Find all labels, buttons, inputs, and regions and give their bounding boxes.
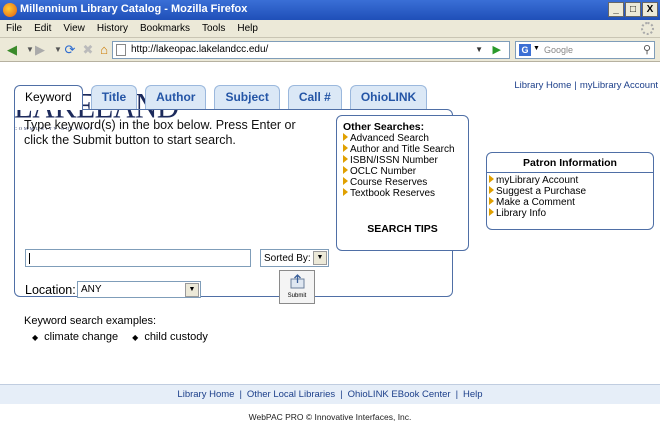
location-value: ANY bbox=[81, 284, 102, 295]
search-tips-link[interactable]: SEARCH TIPS bbox=[337, 223, 468, 235]
url-dropdown-icon[interactable]: ▼ bbox=[475, 45, 483, 54]
divider bbox=[487, 172, 653, 173]
link-separator: | bbox=[239, 389, 242, 400]
menu-tools[interactable]: Tools bbox=[196, 20, 231, 34]
arrow-icon bbox=[489, 186, 494, 194]
firefox-icon bbox=[3, 3, 17, 17]
search-tabs: Keyword Title Author Subject Call # Ohio… bbox=[14, 85, 428, 110]
mylibrary-account-link[interactable]: myLibrary Account bbox=[580, 80, 658, 91]
menu-bar: File Edit View History Bookmarks Tools Help bbox=[0, 20, 660, 38]
sort-by-select[interactable]: Sorted By: ▼ bbox=[260, 249, 329, 267]
arrow-icon bbox=[343, 188, 348, 196]
other-searches-title: Other Searches: bbox=[343, 121, 425, 133]
tab-title[interactable]: Title bbox=[90, 85, 138, 109]
arrow-icon bbox=[489, 208, 494, 216]
window-title: Millennium Library Catalog - Mozilla Fir… bbox=[20, 3, 248, 15]
submit-label: Submit bbox=[287, 293, 307, 299]
go-icon[interactable]: ▶ bbox=[493, 43, 501, 56]
arrow-icon bbox=[343, 133, 348, 141]
search-bar[interactable]: G ▼ Google ⚲ bbox=[515, 41, 655, 59]
sort-by-value: Sorted By: bbox=[264, 253, 311, 264]
patron-link-library-info[interactable]: Library Info bbox=[489, 208, 586, 219]
tab-call-number[interactable]: Call # bbox=[287, 85, 342, 109]
other-search-oclc[interactable]: OCLC Number bbox=[343, 166, 468, 177]
menu-history[interactable]: History bbox=[91, 20, 134, 34]
example-item: ◆ climate change bbox=[32, 331, 119, 343]
keyword-search-input[interactable] bbox=[25, 249, 251, 267]
arrow-icon bbox=[343, 166, 348, 174]
library-home-link[interactable]: Library Home bbox=[514, 80, 571, 91]
patron-link-suggest-purchase[interactable]: Suggest a Purchase bbox=[489, 186, 586, 197]
location-select[interactable]: ANY ▼ bbox=[77, 281, 201, 298]
examples-label: Keyword search examples: bbox=[24, 315, 157, 327]
arrow-icon bbox=[343, 177, 348, 185]
tab-keyword[interactable]: Keyword bbox=[14, 85, 83, 110]
window-controls: _ □ X bbox=[608, 2, 658, 17]
footer-other-libraries-link[interactable]: Other Local Libraries bbox=[247, 389, 335, 400]
forward-icon[interactable]: ▶ bbox=[32, 42, 48, 58]
arrow-icon bbox=[343, 144, 348, 152]
header-links: Library Home | myLibrary Account bbox=[514, 80, 658, 91]
menu-file[interactable]: File bbox=[0, 20, 28, 34]
reload-icon[interactable]: ⟳ bbox=[62, 42, 78, 58]
patron-link-mylibrary[interactable]: myLibrary Account bbox=[489, 175, 586, 186]
bullet-icon: ◆ bbox=[132, 333, 139, 342]
footer-ohiolink-ebook-link[interactable]: OhioLINK EBook Center bbox=[348, 389, 451, 400]
back-icon[interactable]: ◀ bbox=[4, 42, 20, 58]
minimize-button[interactable]: _ bbox=[608, 2, 624, 17]
menu-view[interactable]: View bbox=[57, 20, 91, 34]
arrow-icon bbox=[489, 197, 494, 205]
other-search-textbook-reserves[interactable]: Textbook Reserves bbox=[343, 188, 468, 199]
engine-dropdown-icon[interactable]: ▼ bbox=[533, 45, 540, 52]
throbber-icon bbox=[641, 22, 654, 35]
search-engine-placeholder: Google bbox=[544, 45, 574, 55]
tab-author[interactable]: Author bbox=[145, 85, 207, 109]
tab-subject[interactable]: Subject bbox=[214, 85, 280, 109]
footer-library-home-link[interactable]: Library Home bbox=[177, 389, 234, 400]
text-caret bbox=[29, 253, 30, 264]
navigation-toolbar: ◀ ▼ ▶ ▼ ⟳ ✖ ⌂ http://lakeopac.lakelandcc… bbox=[0, 38, 660, 62]
location-label: Location: bbox=[25, 283, 76, 297]
arrow-icon bbox=[489, 175, 494, 183]
url-text: http://lakeopac.lakelandcc.edu/ bbox=[131, 44, 269, 55]
stop-icon[interactable]: ✖ bbox=[80, 42, 96, 58]
search-instructions: Type keyword(s) in the box below. Press … bbox=[24, 118, 296, 147]
menu-edit[interactable]: Edit bbox=[28, 20, 57, 34]
link-separator: | bbox=[455, 389, 459, 400]
copyright-text: WebPAC PRO © Innovative Interfaces, Inc. bbox=[248, 412, 412, 422]
example-item: ◆ child custody bbox=[132, 331, 208, 343]
google-icon[interactable]: G bbox=[519, 44, 531, 56]
arrow-icon bbox=[343, 155, 348, 163]
close-button[interactable]: X bbox=[642, 2, 658, 17]
footer-links: Library Home | Other Local Libraries | OhioL… bbox=[0, 384, 660, 404]
maximize-button[interactable]: □ bbox=[625, 2, 641, 17]
link-separator: | bbox=[574, 80, 577, 91]
footer-help-link[interactable]: Help bbox=[463, 389, 483, 400]
home-icon[interactable]: ⌂ bbox=[96, 42, 112, 58]
other-search-course-reserves[interactable]: Course Reserves bbox=[343, 177, 468, 188]
submit-icon bbox=[290, 274, 305, 289]
link-separator: | bbox=[340, 389, 343, 400]
submit-button[interactable]: Submit bbox=[279, 270, 315, 304]
bullet-icon: ◆ bbox=[32, 333, 39, 342]
other-search-isbn-issn[interactable]: ISBN/ISSN Number bbox=[343, 155, 468, 166]
patron-links: myLibrary Account Suggest a Purchase Mak… bbox=[489, 175, 586, 219]
other-search-author-title[interactable]: Author and Title Search bbox=[343, 144, 468, 155]
examples-list: ◆ climate change ◆ child custody bbox=[32, 331, 208, 343]
patron-link-make-comment[interactable]: Make a Comment bbox=[489, 197, 586, 208]
window-titlebar: Millennium Library Catalog - Mozilla Fir… bbox=[0, 0, 660, 20]
other-searches-box: Other Searches: Advanced Search Author a… bbox=[336, 115, 469, 251]
tab-ohiolink[interactable]: OhioLINK bbox=[349, 85, 428, 109]
patron-information-title: Patron Information bbox=[523, 157, 617, 169]
patron-information-box: Patron Information myLibrary Account Sug… bbox=[486, 152, 654, 230]
menu-help[interactable]: Help bbox=[231, 20, 264, 34]
chevron-down-icon[interactable]: ▼ bbox=[313, 251, 327, 265]
page-icon bbox=[116, 44, 126, 56]
other-search-advanced[interactable]: Advanced Search bbox=[343, 133, 468, 144]
menu-bookmarks[interactable]: Bookmarks bbox=[134, 20, 196, 34]
search-icon[interactable]: ⚲ bbox=[643, 43, 651, 56]
url-bar[interactable]: http://lakeopac.lakelandcc.edu/ ▼ ▶ bbox=[112, 41, 510, 59]
chevron-down-icon[interactable]: ▼ bbox=[185, 283, 199, 297]
